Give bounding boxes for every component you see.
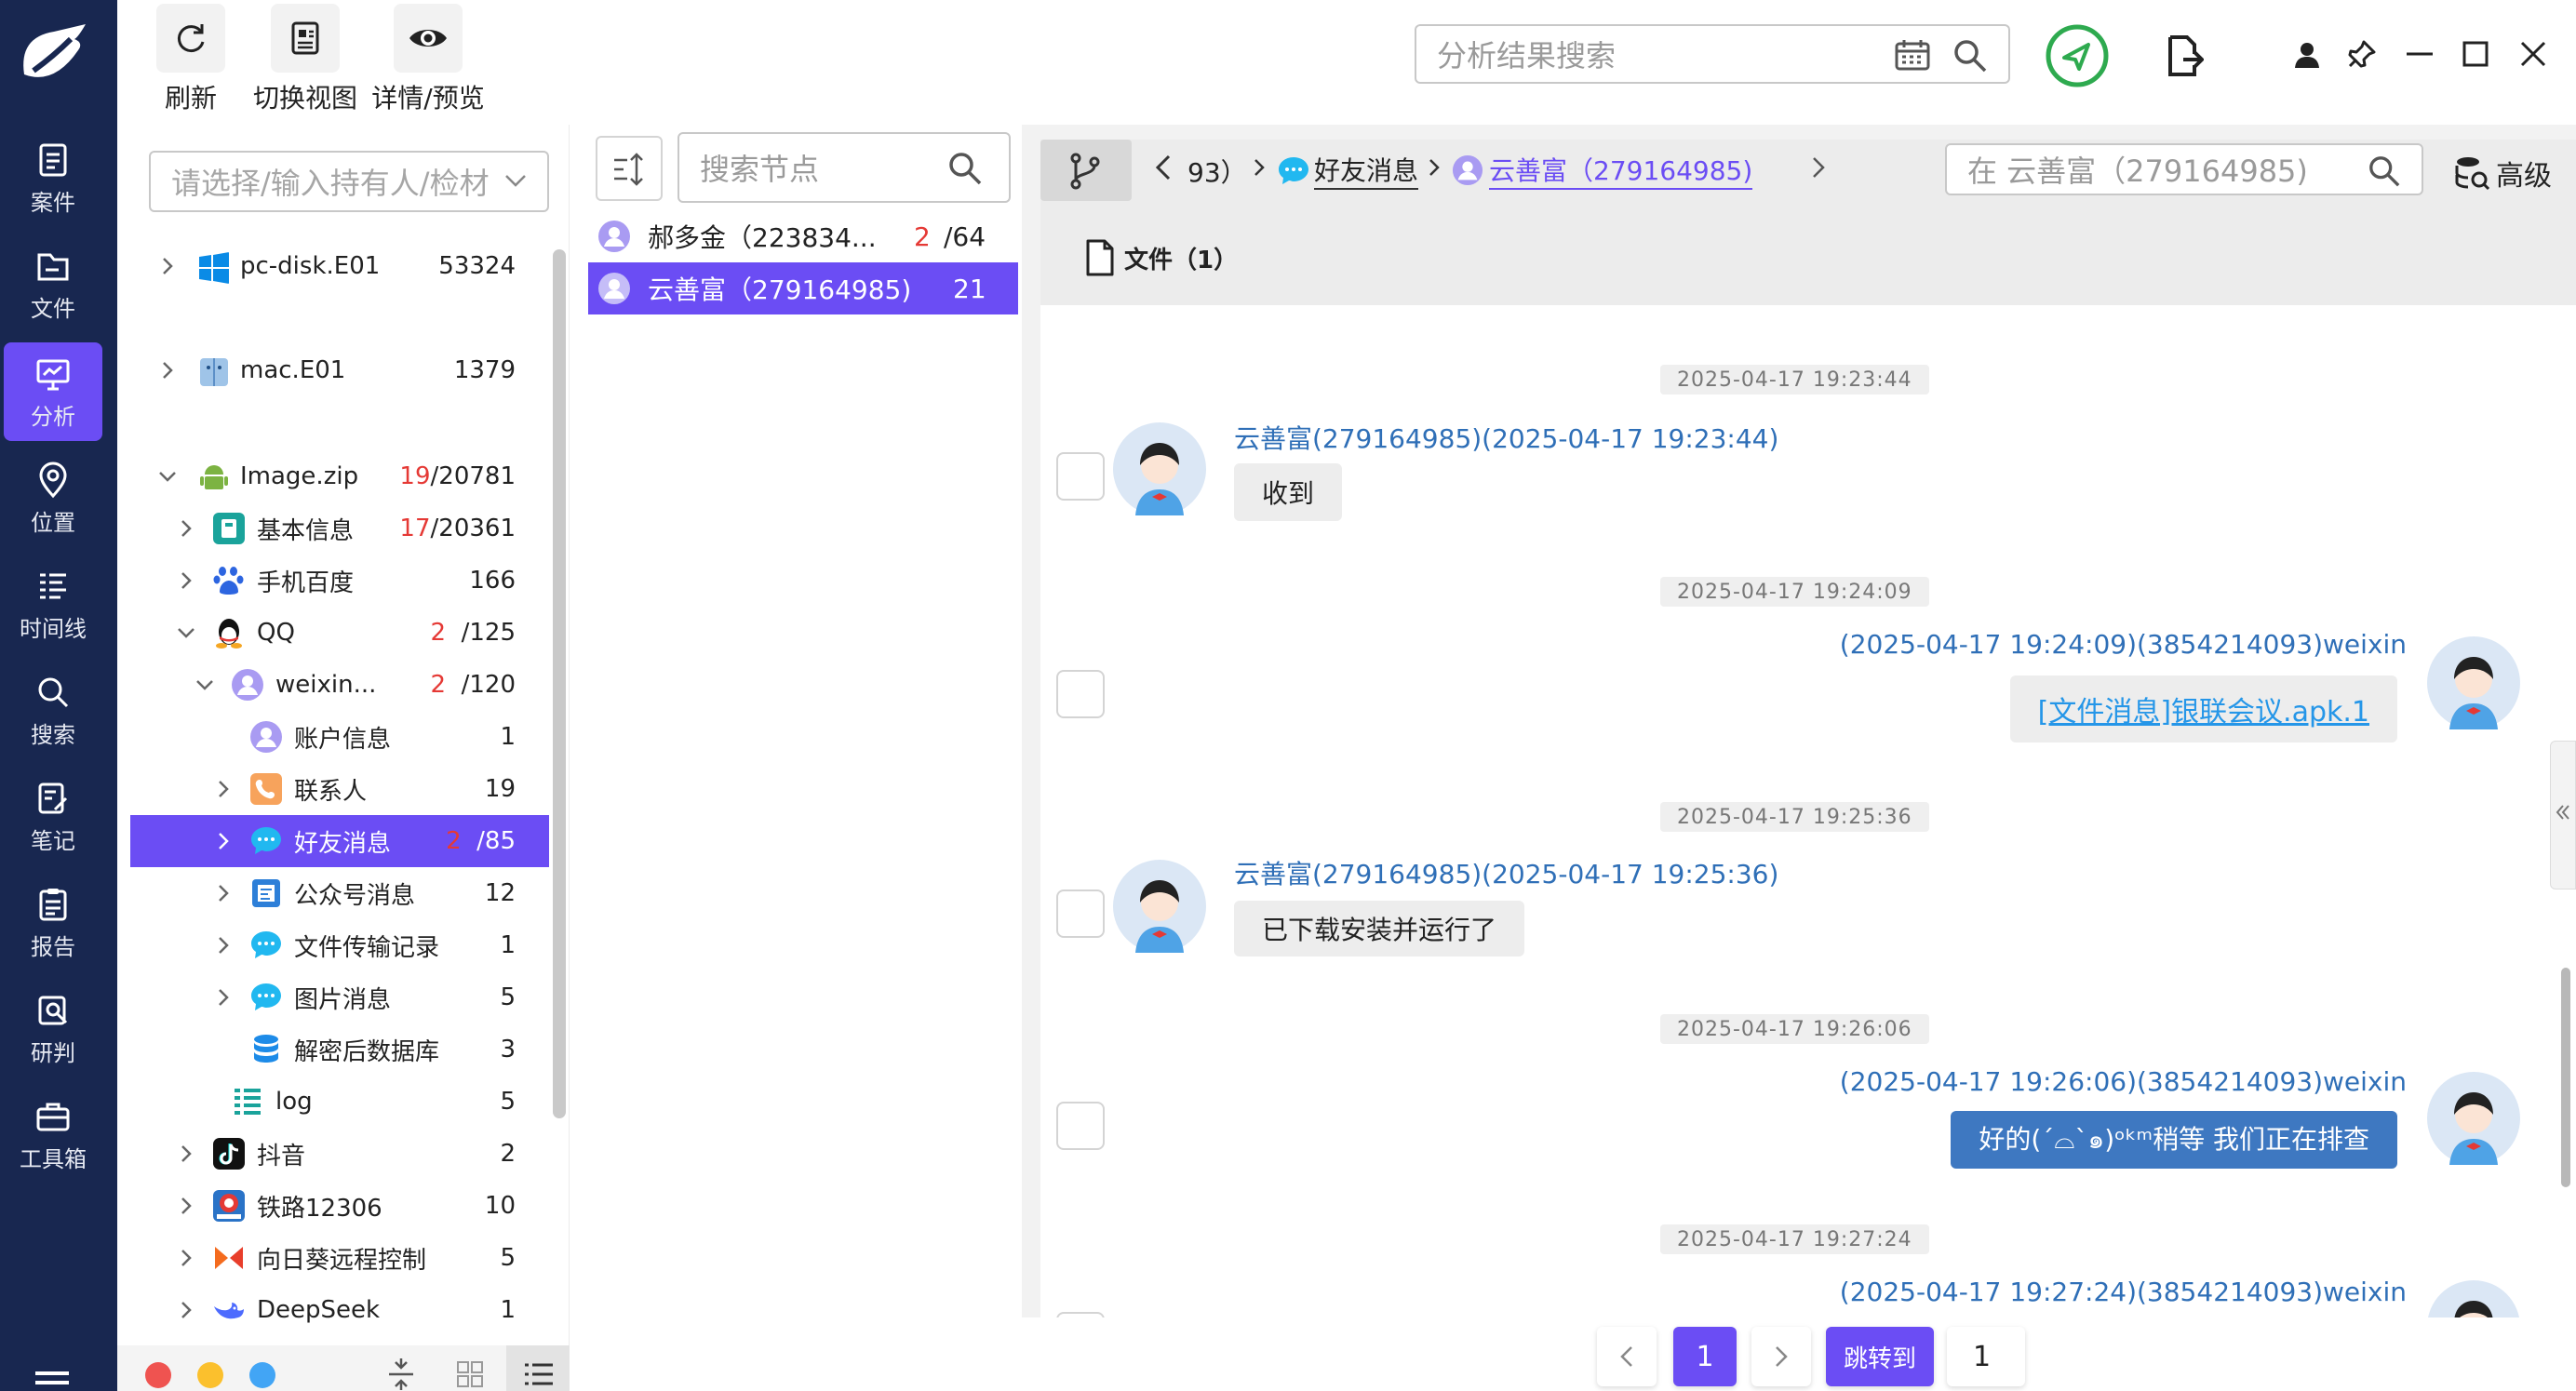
message-timestamp: 2025-04-17 19:24:09 bbox=[1660, 577, 1929, 607]
tree-bottom-bar bbox=[117, 1345, 570, 1391]
message-meta[interactable]: (2025-04-17 19:24:09)(3854214093)weixin bbox=[1840, 629, 2407, 660]
avatar bbox=[1113, 422, 1206, 515]
avatar bbox=[2427, 636, 2520, 729]
avatar bbox=[1113, 860, 1206, 953]
jump-to-button[interactable]: 跳转到 bbox=[1826, 1327, 1934, 1386]
message-checkbox[interactable] bbox=[1056, 670, 1105, 718]
double-chevron-left-icon bbox=[2556, 805, 2569, 820]
message-scrollbar[interactable] bbox=[2561, 968, 2570, 1187]
message-checkbox[interactable] bbox=[1056, 452, 1105, 501]
prev-page-button[interactable] bbox=[1597, 1327, 1657, 1386]
message-timestamp: 2025-04-17 19:23:44 bbox=[1660, 365, 1929, 395]
chevron-right-icon bbox=[1776, 1346, 1788, 1367]
message-list: 2025-04-17 19:23:44 云善富(279164985)(2025-… bbox=[0, 0, 2576, 1317]
message-bubble-incoming[interactable]: 已下载安装并运行了 bbox=[1234, 901, 1525, 956]
expand-collapse-icon[interactable] bbox=[387, 1358, 415, 1390]
red-dot-icon[interactable] bbox=[145, 1362, 171, 1388]
message-meta[interactable]: (2025-04-17 19:27:24)(3854214093)weixin bbox=[1840, 1277, 2407, 1307]
current-page-button[interactable]: 1 bbox=[1673, 1327, 1737, 1386]
next-page-button[interactable] bbox=[1751, 1327, 1811, 1386]
list-view-button[interactable] bbox=[506, 1345, 570, 1391]
grid-view-icon[interactable] bbox=[456, 1360, 484, 1388]
message-timestamp: 2025-04-17 19:25:36 bbox=[1660, 802, 1929, 832]
collapse-side-handle[interactable] bbox=[2550, 741, 2576, 889]
jump-page-input[interactable]: 1 bbox=[1947, 1327, 2025, 1386]
chevron-left-icon bbox=[1620, 1346, 1632, 1367]
avatar bbox=[2427, 1072, 2520, 1165]
message-checkbox[interactable] bbox=[1056, 889, 1105, 938]
message-meta[interactable]: (2025-04-17 19:26:06)(3854214093)weixin bbox=[1840, 1066, 2407, 1097]
message-bubble-incoming[interactable]: 收到 bbox=[1234, 463, 1343, 521]
menu-icon[interactable] bbox=[34, 1368, 71, 1391]
message-timestamp: 2025-04-17 19:26:06 bbox=[1660, 1014, 1929, 1044]
message-checkbox[interactable] bbox=[1056, 1102, 1105, 1150]
avatar bbox=[2428, 1280, 2519, 1317]
message-meta[interactable]: 云善富(279164985)(2025-04-17 19:23:44) bbox=[1234, 419, 1778, 456]
yellow-dot-icon[interactable] bbox=[197, 1362, 223, 1388]
blue-dot-icon[interactable] bbox=[249, 1362, 275, 1388]
message-file-link[interactable]: [文件消息]银联会议.apk.1 bbox=[2009, 675, 2397, 742]
message-meta[interactable]: 云善富(279164985)(2025-04-17 19:25:36) bbox=[1234, 854, 1778, 891]
message-bubble-outgoing[interactable]: 好的(ˊ⌓ˋ๑)ᵒᵏᵐ稍等 我们正在排查 bbox=[1951, 1111, 2397, 1169]
message-timestamp: 2025-04-17 19:27:24 bbox=[1660, 1224, 1929, 1254]
